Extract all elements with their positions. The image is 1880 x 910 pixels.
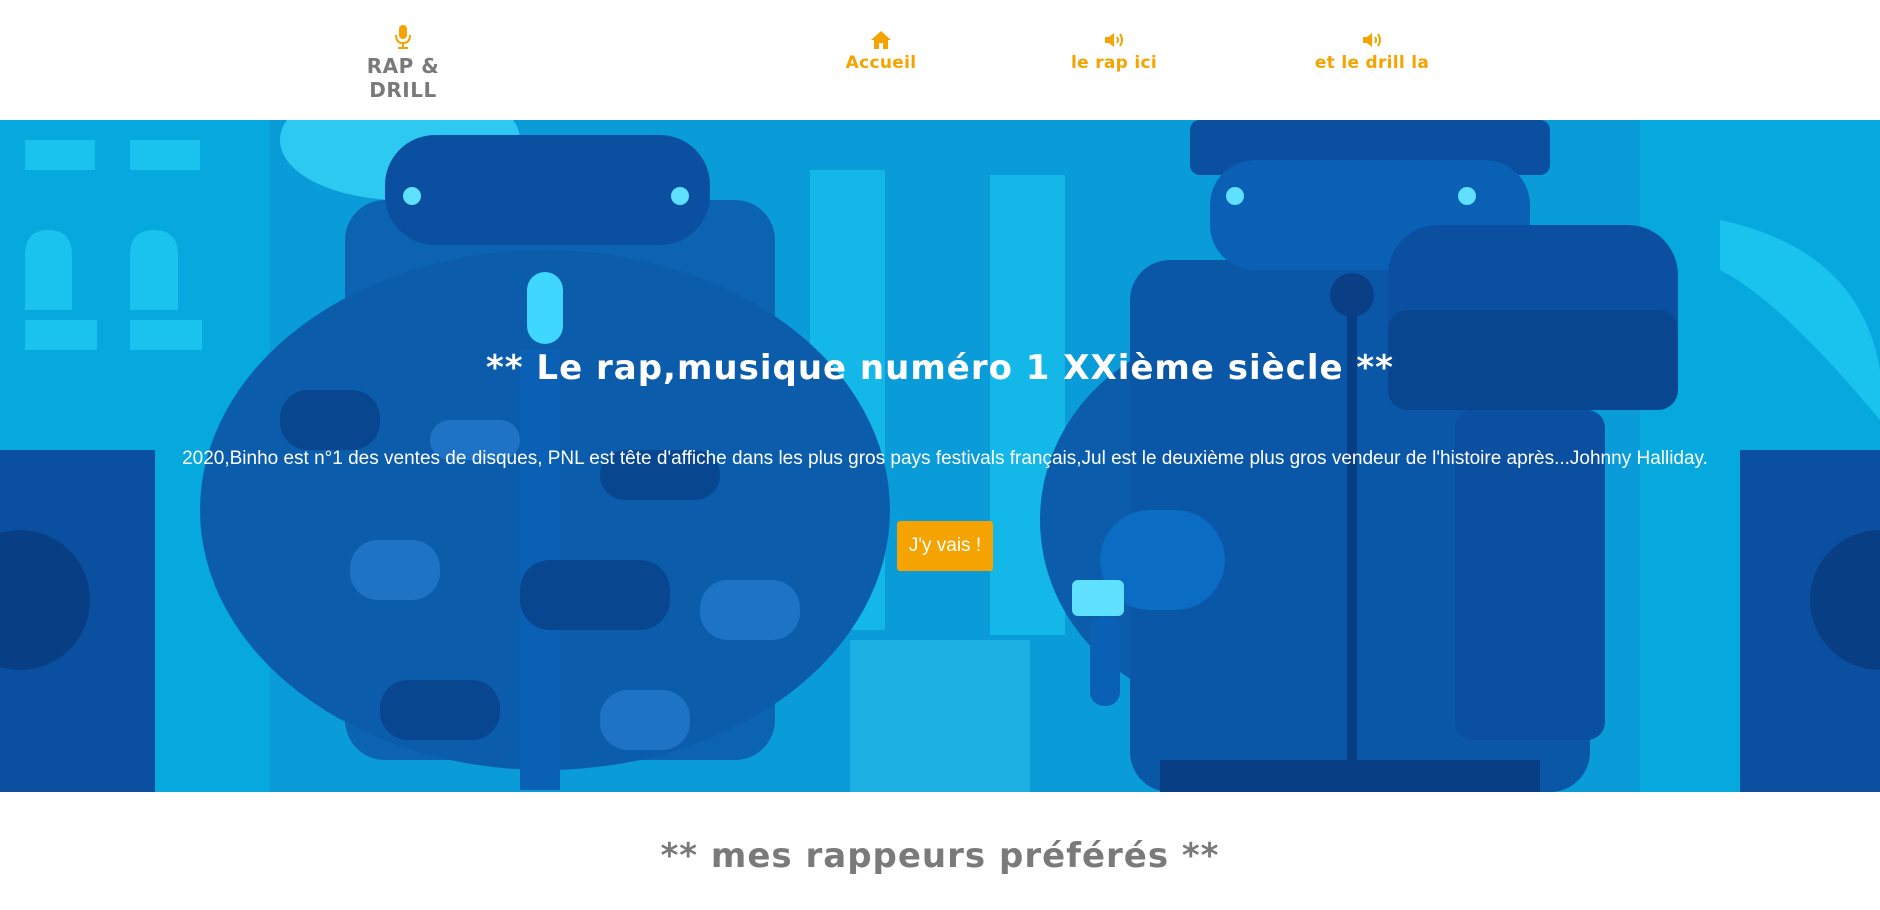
nav-label-accueil: Accueil <box>845 53 917 73</box>
brand-label: RAP & DRILL <box>366 54 440 102</box>
brand-logo[interactable]: RAP & DRILL <box>338 24 468 102</box>
speaker-icon <box>1363 33 1381 47</box>
nav-item-drill[interactable]: et le drill la <box>1304 30 1440 73</box>
site-header: RAP & DRILL Accueil le rap ici et le dri… <box>0 0 1880 120</box>
hero-description: 2020,Binho est n°1 des ventes de disques… <box>182 448 1708 469</box>
hero-title: ** Le rap,musique numéro 1 XXième siècle… <box>486 348 1394 388</box>
jy-vais-button[interactable]: J'y vais ! <box>897 521 993 571</box>
section-title-rappeurs: ** mes rappeurs préférés ** <box>660 836 1220 876</box>
microphone-icon <box>395 25 411 49</box>
home-icon <box>871 31 891 49</box>
nav-label-drill: et le drill la <box>1314 53 1430 73</box>
speaker-icon <box>1105 33 1123 47</box>
nav-item-accueil[interactable]: Accueil <box>843 30 919 73</box>
nav-label-rap: le rap ici <box>1071 53 1157 73</box>
hero-banner: ** Le rap,musique numéro 1 XXième siècle… <box>0 120 1880 792</box>
nav-item-rap[interactable]: le rap ici <box>1064 30 1164 73</box>
